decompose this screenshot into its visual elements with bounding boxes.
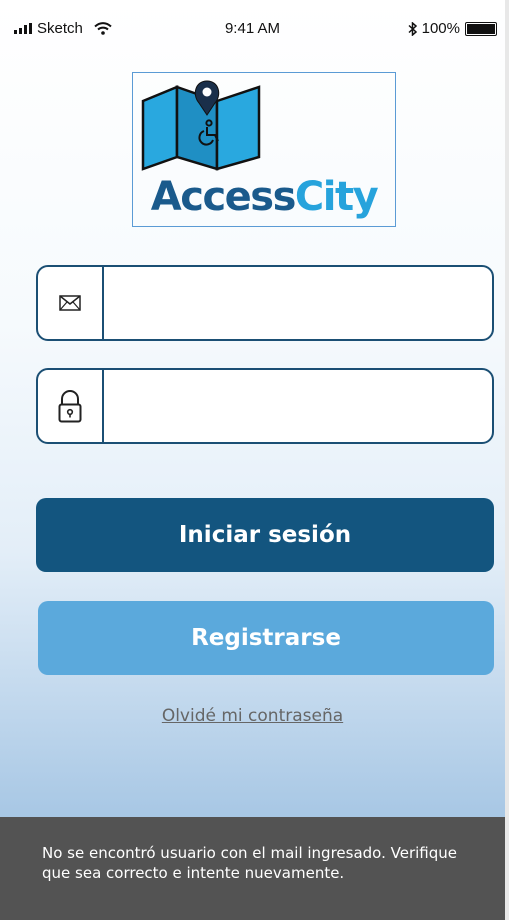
email-field[interactable] xyxy=(36,265,494,341)
email-icon-cell xyxy=(38,267,104,339)
password-icon-cell xyxy=(38,370,104,442)
logo-text-city: City xyxy=(294,174,379,220)
battery-level xyxy=(467,23,495,34)
error-toast: No se encontró usuario con el mail ingre… xyxy=(0,817,505,920)
accessible-map-icon xyxy=(141,80,261,171)
password-field[interactable] xyxy=(36,368,494,444)
password-input[interactable] xyxy=(104,370,492,442)
status-bar: Sketch 9:41 AM 100% xyxy=(0,0,505,40)
email-input[interactable] xyxy=(104,267,492,339)
battery-icon xyxy=(465,21,497,36)
bluetooth-icon xyxy=(408,21,417,36)
toast-message: No se encontró usuario con el mail ingre… xyxy=(42,844,457,882)
login-button[interactable]: Iniciar sesión xyxy=(36,498,494,572)
battery-percent: 100% xyxy=(421,20,460,37)
padlock-icon xyxy=(58,390,82,423)
register-button[interactable]: Registrarse xyxy=(38,601,494,675)
status-right: 100% xyxy=(408,20,497,37)
logo-text-access: Access xyxy=(150,174,297,220)
envelope-icon xyxy=(59,295,81,311)
app-logo: AccessCity xyxy=(132,72,396,227)
forgot-password-link[interactable]: Olvidé mi contraseña xyxy=(0,706,505,726)
logo-wordmark: AccessCity xyxy=(133,174,395,220)
